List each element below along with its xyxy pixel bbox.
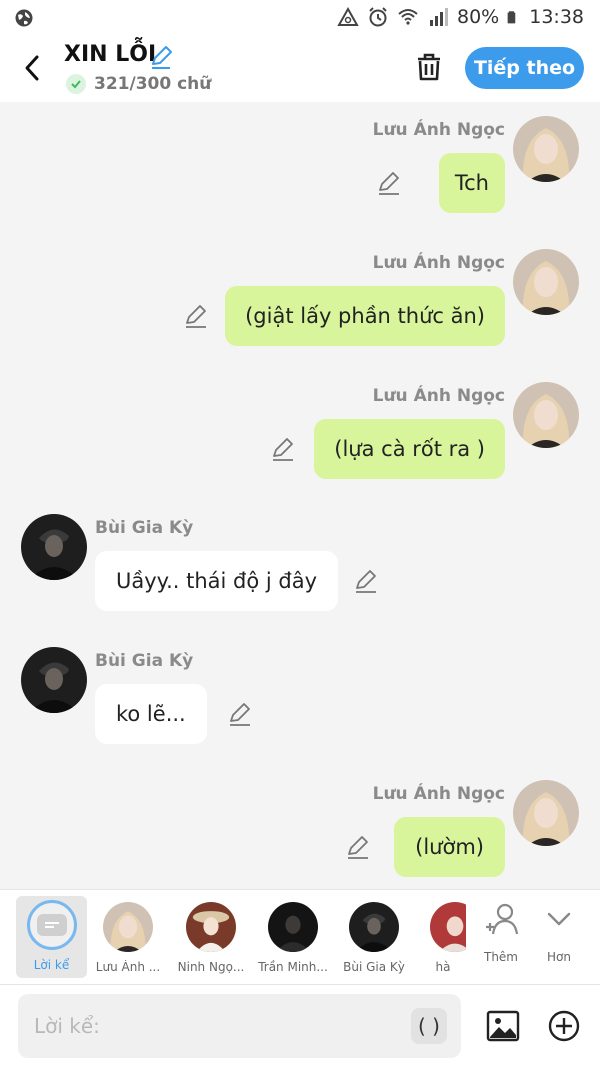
boy-portrait-icon bbox=[21, 647, 87, 713]
sender-name: Lưu Ánh Ngọc bbox=[372, 784, 505, 804]
pencil-icon[interactable] bbox=[148, 44, 174, 70]
avatar bbox=[430, 902, 466, 952]
pencil-icon[interactable] bbox=[376, 171, 402, 197]
character-label: Bùi Gia Kỳ bbox=[343, 960, 405, 974]
girl-portrait-icon bbox=[513, 116, 579, 182]
narration-input[interactable] bbox=[34, 1014, 394, 1038]
boy-dark-portrait-icon bbox=[268, 902, 318, 952]
girl-red-portrait-icon bbox=[430, 902, 466, 952]
alarm-icon bbox=[369, 7, 387, 27]
message-list: Lưu Ánh Ngọc Tch Lưu Ánh Ngọc (giật lấy … bbox=[0, 102, 600, 889]
message-bubble[interactable]: (giật lấy phần thức ăn) bbox=[225, 286, 505, 346]
check-icon bbox=[66, 74, 86, 94]
narrator-icon bbox=[26, 900, 77, 950]
pencil-icon[interactable] bbox=[345, 835, 371, 861]
data-saver-icon bbox=[337, 6, 359, 26]
character-label: Lời kể bbox=[33, 958, 70, 972]
sender-name: Bùi Gia Kỳ bbox=[95, 518, 194, 538]
character-luu-anh-ngoc[interactable]: Lưu Ánh ... bbox=[93, 898, 163, 974]
pencil-icon[interactable] bbox=[227, 702, 253, 728]
character-label: Ninh Ngọ... bbox=[177, 960, 245, 974]
message-bubble[interactable]: (lựa cà rốt ra ) bbox=[314, 419, 505, 479]
char-count: 321/300 chữ bbox=[94, 74, 212, 94]
more-label: Hơn bbox=[547, 950, 571, 964]
add-person-icon bbox=[486, 903, 519, 935]
pencil-icon[interactable] bbox=[353, 569, 379, 595]
character-label: Lưu Ánh ... bbox=[95, 960, 161, 974]
avatar bbox=[103, 902, 153, 952]
image-icon[interactable] bbox=[486, 1009, 520, 1043]
avatar bbox=[349, 902, 399, 952]
character-label: Trần Minh... bbox=[258, 960, 328, 974]
signal-icon bbox=[430, 8, 448, 26]
back-button[interactable] bbox=[16, 50, 48, 86]
character-ha[interactable]: hà bbox=[420, 898, 466, 974]
add-character-button[interactable]: Thêm bbox=[476, 900, 526, 964]
avatar[interactable] bbox=[21, 514, 87, 580]
message-bubble[interactable]: (lườm) bbox=[394, 817, 505, 877]
girl-portrait-icon bbox=[513, 249, 579, 315]
avatar[interactable] bbox=[513, 780, 579, 846]
chevron-down-icon bbox=[547, 912, 571, 926]
char-count-row: 321/300 chữ bbox=[66, 74, 211, 94]
add-circle-icon[interactable] bbox=[547, 1009, 581, 1043]
avatar[interactable] bbox=[21, 647, 87, 713]
message-bubble[interactable]: Uầyy.. thái độ j đây bbox=[95, 551, 339, 611]
character-tran-minh[interactable]: Trần Minh... bbox=[258, 898, 328, 974]
message-bubble[interactable]: ko lẽ... bbox=[95, 684, 207, 744]
avatar bbox=[186, 902, 236, 952]
girl-portrait-icon bbox=[513, 780, 579, 846]
character-bui-gia-ky[interactable]: Bùi Gia Kỳ bbox=[339, 898, 409, 974]
avatar[interactable] bbox=[513, 382, 579, 448]
status-right: 80% 13:38 bbox=[337, 6, 584, 28]
parentheses-button[interactable]: ( ) bbox=[411, 1008, 447, 1044]
pencil-icon[interactable] bbox=[270, 437, 296, 463]
globe-icon bbox=[15, 9, 33, 27]
boy-portrait-icon bbox=[349, 902, 399, 952]
next-button[interactable]: Tiếp theo bbox=[465, 47, 584, 89]
status-bar: 80% 13:38 bbox=[0, 0, 600, 36]
character-bar: Lời kể Lưu Ánh ... Ninh Ngọ... Trần Minh… bbox=[0, 889, 600, 984]
story-title[interactable]: XIN LỖI bbox=[64, 42, 156, 67]
boy-portrait-icon bbox=[21, 514, 87, 580]
girl-portrait-icon bbox=[513, 382, 579, 448]
top-app-bar: XIN LỖI 321/300 chữ Tiếp theo bbox=[0, 36, 600, 102]
clock: 13:38 bbox=[529, 6, 584, 28]
character-narrator[interactable]: Lời kể bbox=[16, 896, 87, 978]
message-bubble[interactable]: Tch bbox=[438, 153, 505, 213]
sender-name: Lưu Ánh Ngọc bbox=[372, 386, 505, 406]
avatar[interactable] bbox=[513, 116, 579, 182]
wifi-icon bbox=[398, 9, 418, 25]
add-label: Thêm bbox=[483, 950, 518, 964]
battery-percent: 80% bbox=[457, 6, 500, 28]
sender-name: Bùi Gia Kỳ bbox=[95, 651, 194, 671]
avatar bbox=[268, 902, 318, 952]
sender-name: Lưu Ánh Ngọc bbox=[372, 120, 505, 140]
girl-hat-portrait-icon bbox=[186, 902, 236, 952]
pencil-icon[interactable] bbox=[183, 304, 209, 330]
more-button[interactable]: Hơn bbox=[534, 900, 584, 964]
battery-icon bbox=[507, 11, 516, 24]
character-ninh-ngoc[interactable]: Ninh Ngọ... bbox=[176, 898, 246, 974]
girl-portrait-icon bbox=[103, 902, 153, 952]
chevron-left-icon bbox=[25, 55, 39, 81]
character-label: hà bbox=[435, 960, 451, 974]
composer: ( ) bbox=[0, 984, 600, 1067]
avatar[interactable] bbox=[513, 249, 579, 315]
narration-input-box: ( ) bbox=[18, 994, 461, 1058]
sender-name: Lưu Ánh Ngọc bbox=[372, 253, 505, 273]
trash-icon[interactable] bbox=[412, 50, 446, 84]
chat-editor-screen: 80% 13:38 XIN LỖI 321/300 chữ Tiếp theo … bbox=[0, 0, 600, 1067]
